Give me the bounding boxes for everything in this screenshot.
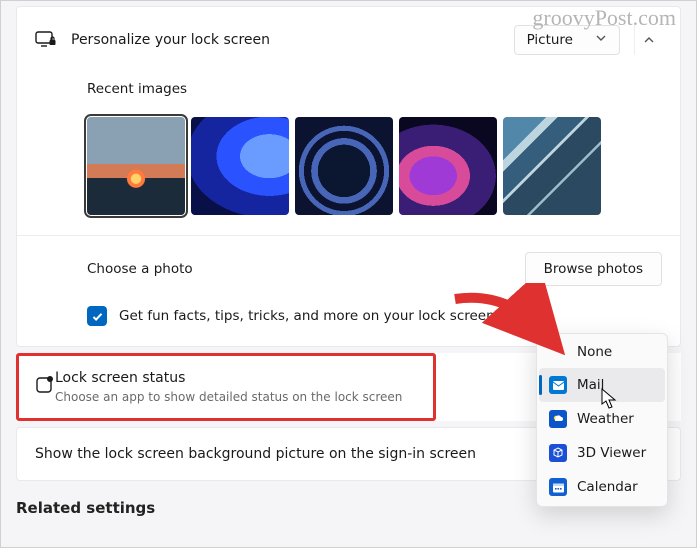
recent-images-label: Recent images: [87, 81, 187, 97]
recent-image-thumb[interactable]: [87, 117, 185, 215]
status-app-flyout: None Mail Weather 3D Viewer Calendar: [536, 333, 668, 507]
lock-screen-status-setting[interactable]: Lock screen status Choose an app to show…: [16, 353, 436, 421]
personalize-title: Personalize your lock screen: [71, 32, 514, 48]
flyout-item-calendar[interactable]: Calendar: [539, 470, 665, 504]
personalize-card: Personalize your lock screen Picture Rec…: [16, 6, 681, 347]
collapse-button[interactable]: [634, 25, 662, 55]
calendar-icon: [549, 478, 567, 496]
signin-label: Show the lock screen background picture …: [35, 446, 476, 462]
flyout-item-3d-viewer[interactable]: 3D Viewer: [539, 436, 665, 470]
flyout-item-none[interactable]: None: [539, 336, 665, 368]
recent-image-thumb[interactable]: [295, 117, 393, 215]
lockscreen-source-dropdown[interactable]: Picture: [514, 25, 620, 55]
recent-image-thumb[interactable]: [399, 117, 497, 215]
flyout-item-weather[interactable]: Weather: [539, 402, 665, 436]
recent-image-thumb[interactable]: [503, 117, 601, 215]
fun-facts-checkbox[interactable]: [87, 306, 107, 326]
mail-icon: [549, 376, 567, 394]
fun-facts-label: Get fun facts, tips, tricks, and more on…: [119, 308, 495, 324]
status-subtitle: Choose an app to show detailed status on…: [55, 390, 402, 404]
choose-photo-label: Choose a photo: [87, 261, 193, 277]
recent-image-thumb[interactable]: [191, 117, 289, 215]
weather-icon: [549, 410, 567, 428]
monitor-lock-icon: [35, 31, 57, 49]
dropdown-value: Picture: [527, 32, 573, 48]
status-app-icon: [35, 375, 55, 399]
flyout-item-mail[interactable]: Mail: [539, 368, 665, 402]
browse-photos-button[interactable]: Browse photos: [525, 252, 662, 286]
chevron-down-icon: [595, 32, 607, 48]
status-title: Lock screen status: [55, 370, 402, 386]
cube-icon: [549, 444, 567, 462]
recent-images-strip: [17, 109, 680, 235]
